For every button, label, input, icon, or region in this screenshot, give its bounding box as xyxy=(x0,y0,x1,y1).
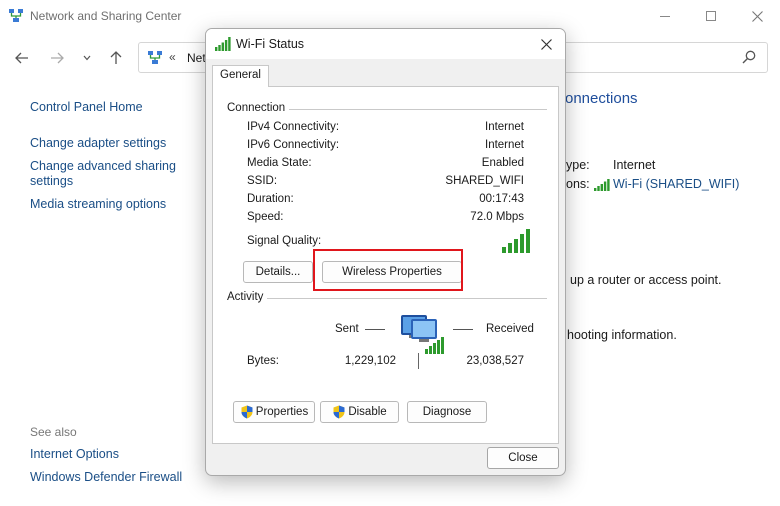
ssid-label: SSID: xyxy=(247,175,278,187)
maximize-button[interactable] xyxy=(688,0,734,32)
bytes-separator xyxy=(418,353,419,369)
duration-value: 00:17:43 xyxy=(479,193,524,205)
up-arrow-icon xyxy=(110,51,122,64)
address-overflow-chevron[interactable]: « xyxy=(169,50,176,64)
disable-button-label: Disable xyxy=(348,406,387,418)
received-label: Received xyxy=(486,323,534,335)
close-button[interactable]: Close xyxy=(487,447,559,469)
media-state-label: Media State: xyxy=(247,157,312,169)
back-arrow-icon xyxy=(15,52,28,64)
shield-icon xyxy=(241,405,253,419)
change-advanced-sharing-link[interactable]: Change advanced sharing settings xyxy=(30,159,180,189)
minimize-icon xyxy=(660,15,670,17)
dialog-titlebar: Wi-Fi Status xyxy=(206,29,565,59)
minimize-button[interactable] xyxy=(642,0,688,32)
forward-button[interactable] xyxy=(47,48,67,68)
troubleshoot-link[interactable]: hooting information. xyxy=(567,328,677,342)
signal-quality-icon xyxy=(502,229,530,253)
details-button[interactable]: Details... xyxy=(243,261,313,283)
ipv4-label: IPv4 Connectivity: xyxy=(247,121,340,133)
speed-label: Speed: xyxy=(247,211,284,223)
diagnose-button[interactable]: Diagnose xyxy=(407,401,487,423)
duration-label: Duration: xyxy=(247,193,294,205)
setup-router-link[interactable]: up a router or access point. xyxy=(570,273,721,287)
close-icon xyxy=(540,38,552,50)
properties-button-label: Properties xyxy=(255,406,309,418)
wifi-signal-icon xyxy=(594,179,610,191)
ssid-value: SHARED_WIFI xyxy=(445,175,524,187)
close-icon xyxy=(751,10,763,22)
connections-label: ons: xyxy=(566,177,590,191)
windows-defender-firewall-link[interactable]: Windows Defender Firewall xyxy=(30,470,182,485)
tab-general[interactable]: General xyxy=(212,65,269,87)
window-title: Network and Sharing Center xyxy=(30,9,182,23)
address-text[interactable]: Net xyxy=(187,51,206,65)
active-networks-heading: onnections xyxy=(565,90,638,107)
up-button[interactable] xyxy=(106,48,126,68)
forward-arrow-icon xyxy=(51,52,64,64)
search-icon[interactable] xyxy=(741,49,757,65)
media-state-value: Enabled xyxy=(481,157,524,169)
activity-group-label: Activity xyxy=(227,291,268,303)
chevron-down-icon xyxy=(83,55,91,61)
received-line xyxy=(453,329,473,330)
dialog-title: Wi-Fi Status xyxy=(236,37,305,51)
network-center-icon xyxy=(9,9,23,22)
network-center-icon xyxy=(148,51,162,64)
activity-divider xyxy=(227,298,547,299)
sent-label: Sent xyxy=(335,323,359,335)
sent-line xyxy=(365,329,385,330)
disable-button[interactable]: Disable xyxy=(320,401,399,423)
control-panel-home-link[interactable]: Control Panel Home xyxy=(30,100,143,115)
wifi-status-dialog: Wi-Fi Status General Connection IPv4 Con… xyxy=(205,28,566,476)
bytes-sent-value: 1,229,102 xyxy=(344,355,396,367)
wifi-signal-icon xyxy=(215,37,231,51)
see-also-label: See also xyxy=(30,425,77,439)
bytes-label: Bytes: xyxy=(247,355,279,367)
connection-group-label: Connection xyxy=(227,102,290,114)
ipv6-label: IPv6 Connectivity: xyxy=(247,139,340,151)
speed-value: 72.0 Mbps xyxy=(470,211,524,223)
internet-options-link[interactable]: Internet Options xyxy=(30,447,119,462)
ipv4-value: Internet xyxy=(485,121,524,133)
access-type-value: Internet xyxy=(613,158,656,172)
wifi-connection-link[interactable]: Wi-Fi (SHARED_WIFI) xyxy=(613,177,739,191)
ipv6-value: Internet xyxy=(485,139,524,151)
signal-quality-label: Signal Quality: xyxy=(247,235,322,247)
shield-icon xyxy=(333,405,345,419)
dialog-close-button[interactable] xyxy=(531,31,561,57)
bytes-received-value: 23,038,527 xyxy=(466,355,524,367)
change-adapter-settings-link[interactable]: Change adapter settings xyxy=(30,136,166,151)
window-close-button[interactable] xyxy=(734,0,780,32)
maximize-icon xyxy=(706,11,716,21)
wireless-properties-highlight xyxy=(313,249,463,291)
media-streaming-options-link[interactable]: Media streaming options xyxy=(30,197,166,212)
properties-button[interactable]: Properties xyxy=(233,401,315,423)
access-type-label: ype: xyxy=(566,158,590,172)
computers-icon xyxy=(401,315,444,354)
recent-locations-button[interactable] xyxy=(77,48,97,68)
back-button[interactable] xyxy=(12,48,32,68)
